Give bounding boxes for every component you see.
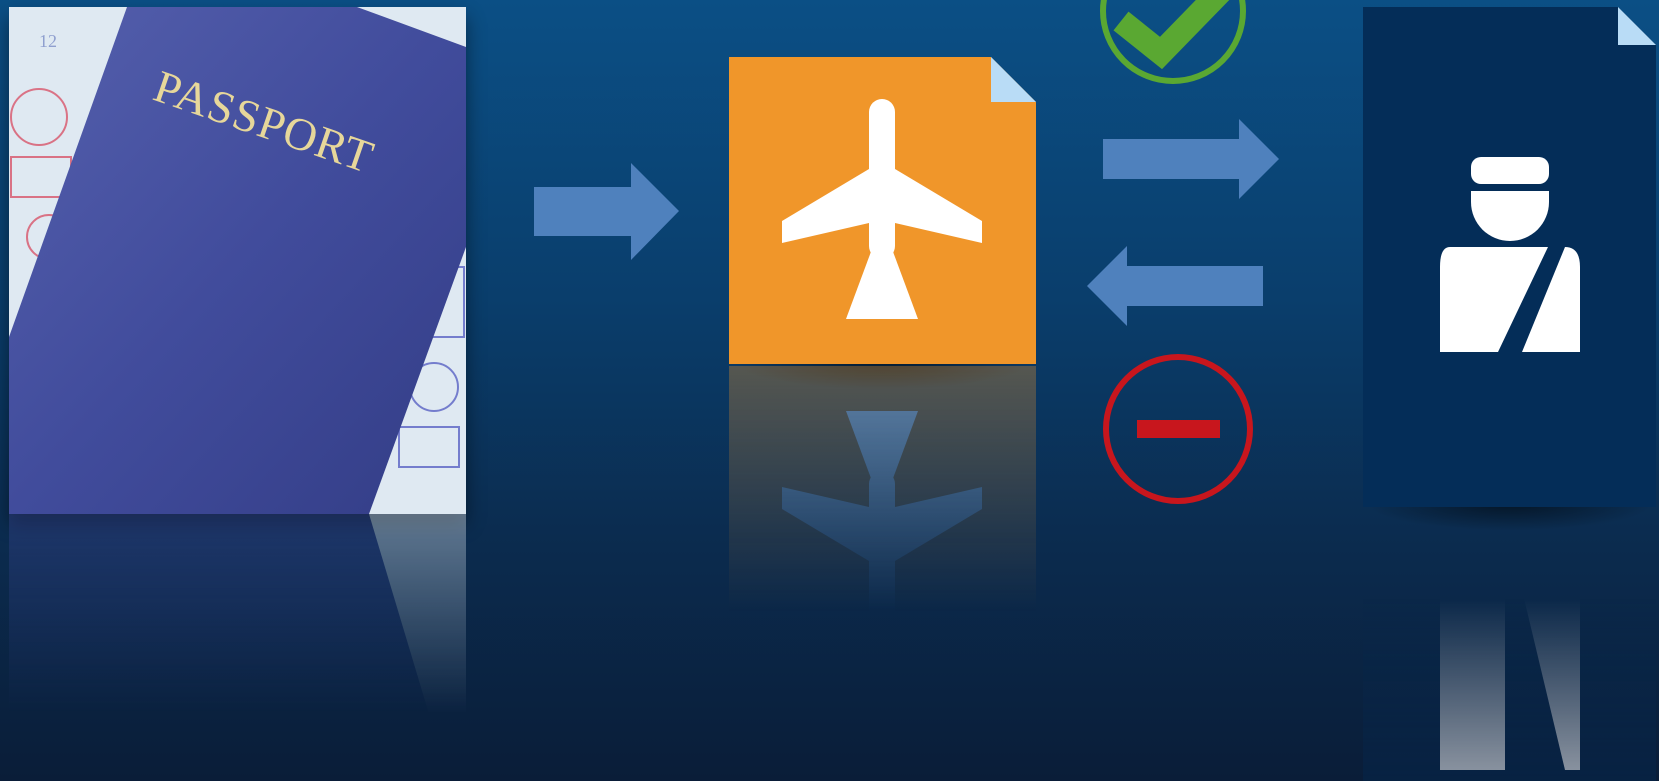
page-fold — [1618, 7, 1656, 45]
flight-document — [729, 57, 1036, 364]
left-arrow-icon — [1087, 246, 1263, 326]
flight-document-reflection — [729, 366, 1036, 673]
arrow-shape — [1087, 246, 1263, 326]
right-arrow-icon — [534, 163, 679, 260]
check-circle-icon — [1100, 0, 1246, 84]
minus-circle-icon — [1103, 354, 1253, 504]
arrow-shape — [1103, 119, 1279, 199]
officer-document — [1363, 7, 1656, 507]
page-fold — [991, 57, 1036, 102]
passport-image: 12 PASSPORT — [9, 7, 466, 514]
right-arrow-icon — [1103, 119, 1279, 199]
arrow-shape — [534, 163, 679, 260]
passport-reflection — [9, 514, 466, 714]
svg-text:12: 12 — [39, 31, 57, 51]
officer-document-reflection — [1363, 520, 1656, 781]
